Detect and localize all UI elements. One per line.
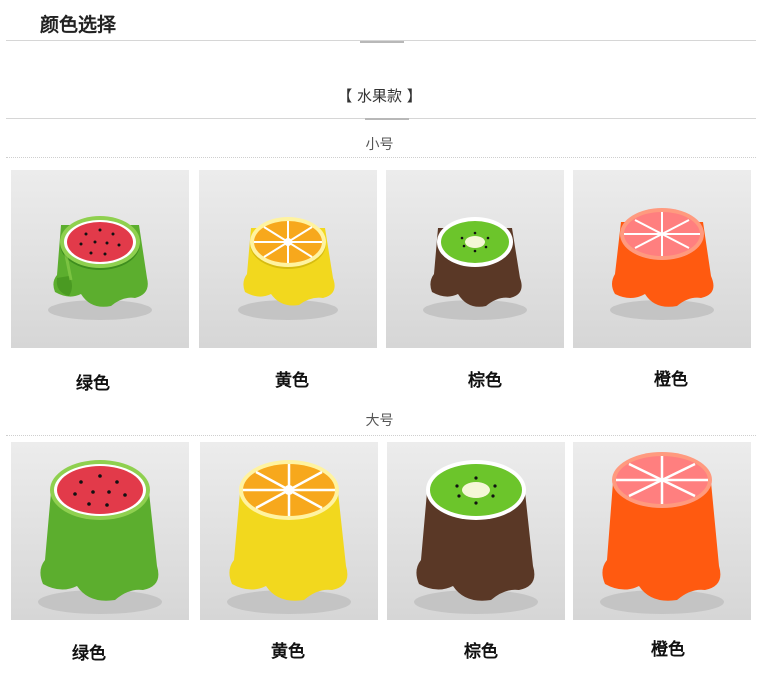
color-label-orange-large: 橙色 [651, 640, 685, 660]
kiwi-stool-image [387, 442, 565, 620]
section-title: 颜色选择 [40, 14, 117, 36]
size-label-small: 小号 [365, 137, 394, 153]
watermelon-stool-image [11, 170, 189, 348]
watermelon-stool-image [11, 442, 189, 620]
color-label-green-small: 绿色 [76, 374, 110, 394]
grapefruit-stool-image [573, 170, 751, 348]
product-card-large-orange[interactable] [573, 442, 751, 620]
color-label-yellow-small: 黄色 [275, 371, 309, 391]
product-card-large-yellow[interactable] [200, 442, 378, 620]
size-label-large: 大号 [365, 413, 394, 429]
grapefruit-stool-image [573, 442, 751, 620]
color-label-brown-small: 棕色 [468, 371, 502, 391]
dotted-divider [6, 435, 756, 436]
product-card-small-brown[interactable] [386, 170, 564, 348]
kiwi-stool-image [386, 170, 564, 348]
color-label-yellow-large: 黄色 [271, 642, 305, 662]
product-card-small-green[interactable] [11, 170, 189, 348]
color-label-brown-large: 棕色 [464, 642, 498, 662]
product-card-large-brown[interactable] [387, 442, 565, 620]
divider-accent [360, 41, 404, 43]
product-card-large-green[interactable] [11, 442, 189, 620]
divider-accent [365, 118, 409, 120]
orange-stool-image [200, 442, 378, 620]
color-label-green-large: 绿色 [72, 644, 106, 664]
color-label-orange-small: 橙色 [654, 370, 688, 390]
product-card-small-yellow[interactable] [199, 170, 377, 348]
product-card-small-orange[interactable] [573, 170, 751, 348]
category-title: 【 水果款 】 [337, 87, 422, 105]
orange-stool-image [199, 170, 377, 348]
dotted-divider [6, 157, 756, 158]
